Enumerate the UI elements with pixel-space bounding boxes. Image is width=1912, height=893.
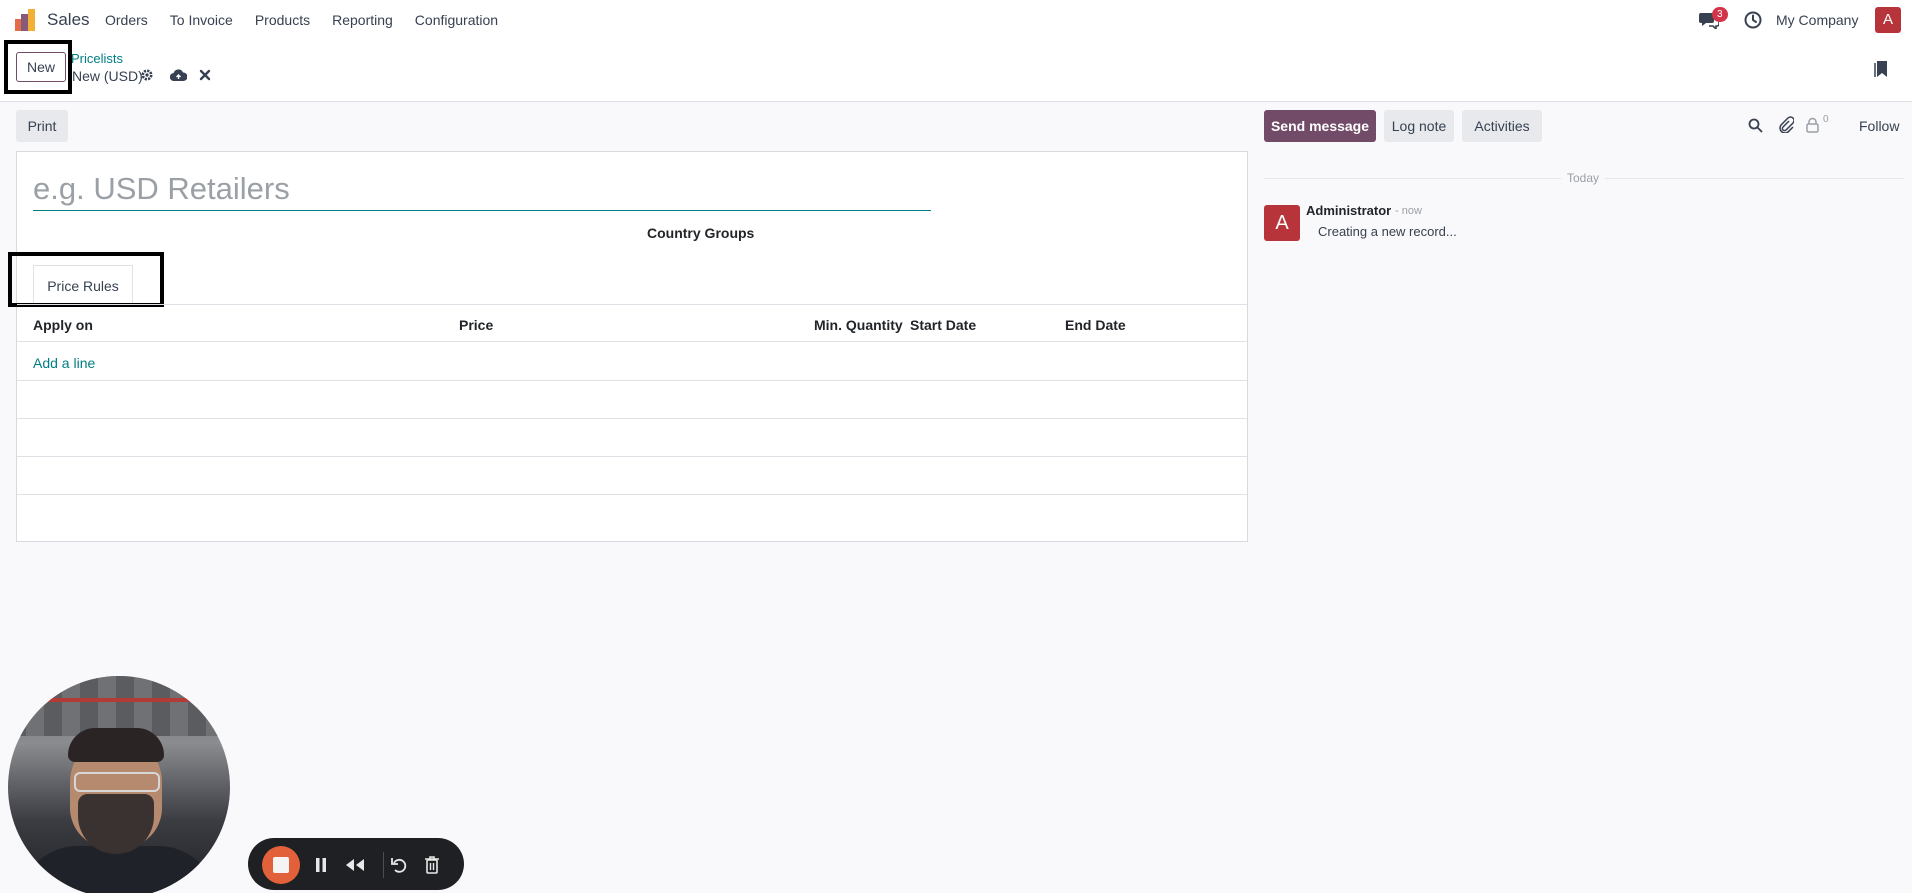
column-start-date[interactable]: Start Date	[910, 317, 976, 333]
tab-divider	[17, 304, 1247, 305]
table-row	[17, 494, 1247, 495]
menu-orders[interactable]: Orders	[105, 12, 148, 28]
tab-price-rules-highlight	[8, 252, 164, 307]
menu-reporting[interactable]: Reporting	[332, 12, 393, 28]
user-avatar[interactable]: A	[1875, 7, 1901, 33]
message-body: Creating a new record...	[1318, 224, 1457, 239]
control-panel	[0, 40, 1912, 102]
cloud-save-icon[interactable]	[170, 69, 187, 82]
send-message-button[interactable]: Send message	[1264, 110, 1376, 142]
restart-icon[interactable]	[390, 855, 408, 875]
top-navbar: Sales Orders To Invoice Products Reporti…	[0, 0, 1912, 40]
log-note-button[interactable]: Log note	[1384, 110, 1454, 142]
date-separator: Today	[1561, 171, 1606, 185]
activities-button[interactable]: Activities	[1462, 110, 1542, 142]
webcam-overlay[interactable]	[8, 676, 230, 893]
table-row	[17, 418, 1247, 419]
print-button[interactable]: Print	[16, 110, 68, 142]
column-end-date[interactable]: End Date	[1065, 317, 1126, 333]
column-price[interactable]: Price	[459, 317, 493, 333]
follower-count: 0	[1823, 114, 1829, 125]
pricelist-name-input[interactable]	[33, 168, 931, 211]
table-header-divider	[17, 341, 1247, 342]
discard-icon[interactable]	[199, 69, 211, 81]
search-icon[interactable]	[1748, 118, 1763, 133]
message-author[interactable]: Administrator	[1306, 203, 1391, 218]
menu-to-invoice[interactable]: To Invoice	[170, 12, 233, 28]
menu-products[interactable]: Products	[255, 12, 310, 28]
breadcrumb-pricelists[interactable]: Pricelists	[71, 51, 123, 66]
sales-app-icon[interactable]	[15, 9, 37, 31]
webcam-person-beard	[78, 794, 154, 854]
follower-lock-icon[interactable]	[1806, 117, 1819, 133]
pause-icon[interactable]	[314, 856, 328, 874]
stop-icon	[273, 857, 289, 873]
activity-clock-icon[interactable]	[1744, 11, 1762, 29]
toolbar-separator	[383, 852, 384, 878]
message-time: - now	[1395, 205, 1422, 217]
main-menu: Orders To Invoice Products Reporting Con…	[105, 12, 520, 28]
app-name[interactable]: Sales	[47, 10, 90, 30]
gear-icon[interactable]	[140, 68, 154, 82]
table-row	[17, 380, 1247, 381]
webcam-background	[48, 698, 198, 702]
message-count-badge: 3	[1712, 7, 1728, 22]
country-groups-label: Country Groups	[647, 225, 755, 241]
webcam-person-glasses	[74, 772, 160, 792]
rewind-icon[interactable]	[344, 857, 366, 873]
bookmark-icon[interactable]	[1874, 60, 1890, 78]
webcam-person-hair	[68, 728, 164, 762]
breadcrumb-current: New (USD)	[72, 68, 143, 84]
column-min-quantity[interactable]: Min. Quantity	[814, 317, 903, 333]
webcam-background	[8, 676, 230, 736]
table-row	[17, 456, 1247, 457]
add-line-link[interactable]: Add a line	[33, 355, 95, 371]
company-switcher[interactable]: My Company	[1776, 12, 1858, 28]
menu-configuration[interactable]: Configuration	[415, 12, 498, 28]
trash-icon[interactable]	[424, 855, 440, 875]
paperclip-icon[interactable]	[1778, 116, 1794, 133]
new-button-highlight	[4, 40, 72, 94]
column-apply-on[interactable]: Apply on	[33, 317, 93, 333]
message-avatar[interactable]: A	[1264, 205, 1300, 241]
follow-button[interactable]: Follow	[1859, 118, 1899, 134]
